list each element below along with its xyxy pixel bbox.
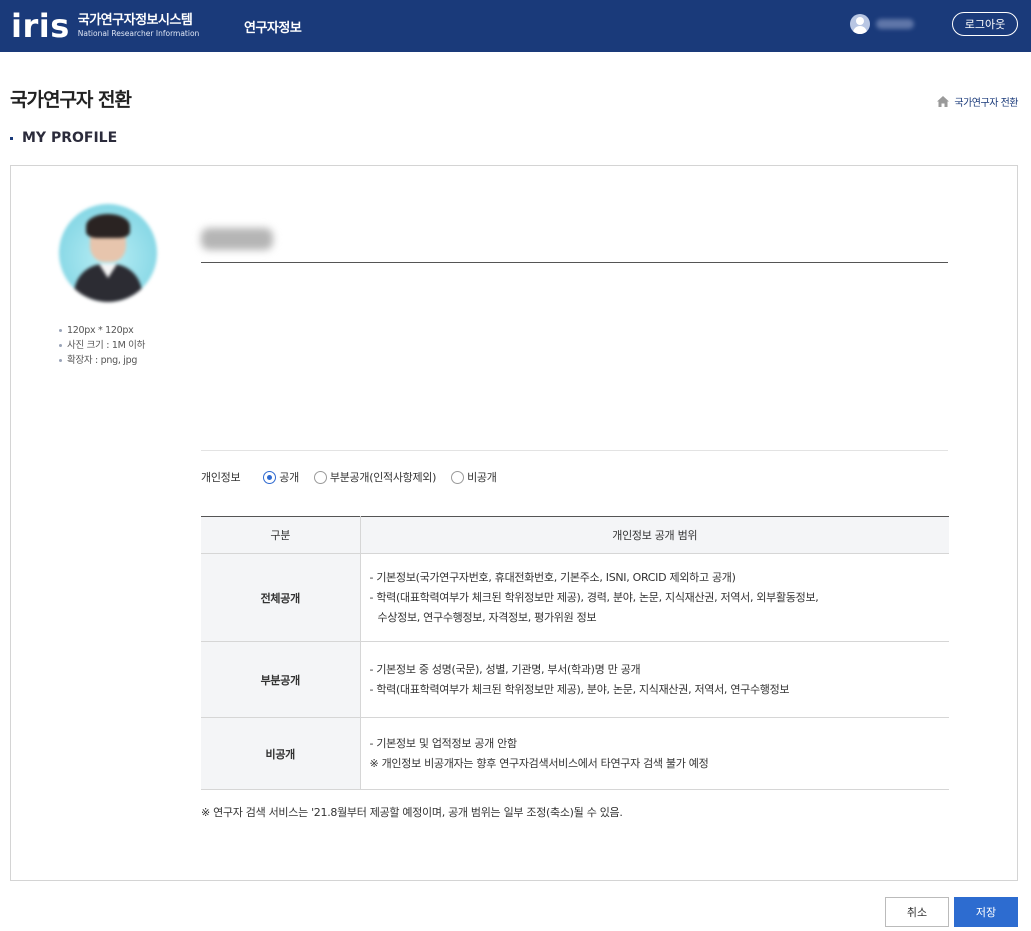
logo-wordmark: iris xyxy=(11,7,70,45)
row-description: - 기본정보(국가연구자번호, 휴대전화번호, 기본주소, ISNI, ORCI… xyxy=(360,553,949,642)
photo-note: 확장자 : png, jpg xyxy=(58,353,145,368)
description-line: ※ 개인정보 비공개자는 향후 연구자검색서비스에서 타연구자 검색 불가 예정 xyxy=(369,756,709,770)
user-name-blurred xyxy=(876,19,914,29)
logo-title: 국가연구자정보시스템 xyxy=(77,13,193,28)
logo-text: 국가연구자정보시스템 National Researcher Informati… xyxy=(78,13,200,39)
table-row: 전체공개 - 기본정보(국가연구자번호, 휴대전화번호, 기본주소, ISNI,… xyxy=(201,553,949,642)
name-underline xyxy=(201,262,948,263)
home-icon[interactable] xyxy=(937,96,950,107)
description-line: - 학력(대표학력여부가 체크된 학위정보만 제공), 분야, 논문, 지식재산… xyxy=(369,682,790,696)
table-header-row: 구분 개인정보 공개 범위 xyxy=(201,516,949,554)
logout-button[interactable]: 로그아웃 xyxy=(952,12,1018,36)
description-line: 수상정보, 연구수행정보, 자격정보, 평가위원 정보 xyxy=(377,610,597,624)
photo-hair xyxy=(86,214,130,238)
radio-private[interactable]: 비공개 xyxy=(451,469,497,485)
disclosure-scope-table: 구분 개인정보 공개 범위 전체공개 - 기본정보(국가연구자번호, 휴대전화번… xyxy=(201,516,949,790)
researcher-name-blurred xyxy=(201,228,273,250)
photo-guidelines: 120px * 120px 사진 크기 : 1M 이하 확장자 : png, j… xyxy=(58,323,145,368)
row-description: - 기본정보 중 성명(국문), 성별, 기관명, 부서(학과)명 만 공개 -… xyxy=(360,641,949,718)
breadcrumb: 국가연구자 전환 xyxy=(937,94,1018,109)
section-title: MY PROFILE xyxy=(10,130,117,146)
photo-note: 사진 크기 : 1M 이하 xyxy=(58,338,145,353)
header-category: 구분 xyxy=(201,516,361,554)
user-avatar-icon xyxy=(850,14,870,34)
radio-private-label: 비공개 xyxy=(467,471,497,484)
user-info xyxy=(850,14,914,34)
save-button[interactable]: 저장 xyxy=(954,897,1018,927)
nav-researcher-info[interactable]: 연구자정보 xyxy=(244,17,302,36)
iris-logo[interactable]: iris 국가연구자정보시스템 National Researcher Info… xyxy=(11,9,199,43)
section-bullet-icon xyxy=(10,136,13,140)
row-category: 부분공개 xyxy=(201,641,361,718)
privacy-setting: 개인정보 공개 부분공개(인적사항제외) 비공개 xyxy=(201,469,512,485)
radio-public-icon[interactable] xyxy=(263,470,277,484)
description-line: - 기본정보 및 업적정보 공개 안함 xyxy=(369,736,518,750)
profile-photo[interactable] xyxy=(59,204,157,302)
service-footnote: ※ 연구자 검색 서비스는 '21.8월부터 제공할 예정이며, 공개 범위는 … xyxy=(201,806,623,819)
description-line: - 학력(대표학력여부가 체크된 학위정보만 제공), 경력, 분야, 논문, … xyxy=(369,590,819,604)
header-scope: 개인정보 공개 범위 xyxy=(360,516,949,554)
row-category: 비공개 xyxy=(201,717,361,790)
radio-public-label: 공개 xyxy=(279,471,299,484)
section-title-text: MY PROFILE xyxy=(22,130,118,146)
description-line: - 기본정보 중 성명(국문), 성별, 기관명, 부서(학과)명 만 공개 xyxy=(369,662,641,676)
radio-private-icon[interactable] xyxy=(451,470,465,484)
table-row: 비공개 - 기본정보 및 업적정보 공개 안함 ※ 개인정보 비공개자는 향후 … xyxy=(201,717,949,790)
radio-partial-icon[interactable] xyxy=(313,470,327,484)
photo-note: 120px * 120px xyxy=(58,323,145,338)
divider xyxy=(201,450,948,451)
logo-subtitle: National Researcher Information xyxy=(77,29,200,38)
table-row: 부분공개 - 기본정보 중 성명(국문), 성별, 기관명, 부서(학과)명 만… xyxy=(201,641,949,718)
radio-partial[interactable]: 부분공개(인적사항제외) xyxy=(313,469,437,485)
breadcrumb-current: 국가연구자 전환 xyxy=(954,98,1018,109)
profile-panel: 120px * 120px 사진 크기 : 1M 이하 확장자 : png, j… xyxy=(10,165,1018,881)
radio-public[interactable]: 공개 xyxy=(263,469,299,485)
radio-partial-label: 부분공개(인적사항제외) xyxy=(329,471,437,484)
privacy-label: 개인정보 xyxy=(201,471,241,484)
row-description: - 기본정보 및 업적정보 공개 안함 ※ 개인정보 비공개자는 향후 연구자검… xyxy=(360,717,949,790)
row-category: 전체공개 xyxy=(201,553,361,642)
top-header: iris 국가연구자정보시스템 National Researcher Info… xyxy=(0,0,1031,52)
description-line: - 기본정보(국가연구자번호, 휴대전화번호, 기본주소, ISNI, ORCI… xyxy=(369,570,736,584)
cancel-button[interactable]: 취소 xyxy=(885,897,949,927)
page-title: 국가연구자 전환 xyxy=(10,89,132,111)
